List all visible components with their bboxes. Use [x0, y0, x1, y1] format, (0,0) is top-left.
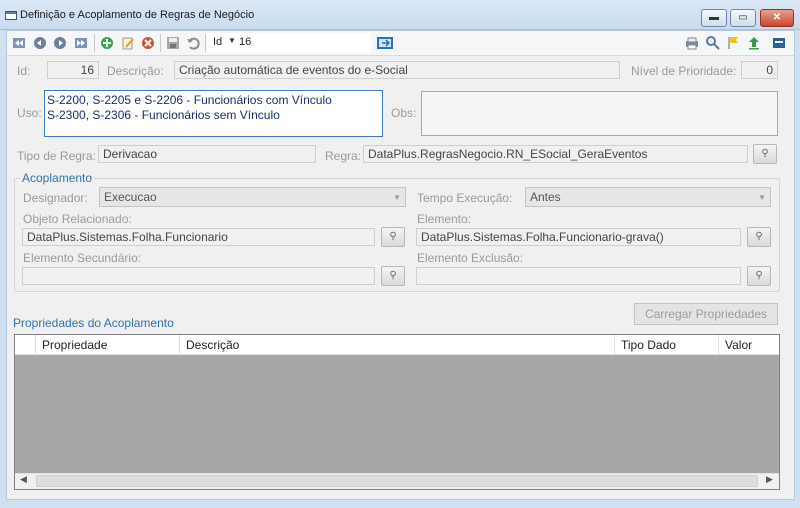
- save-icon[interactable]: [166, 36, 180, 50]
- secundario-picker-icon[interactable]: ⚲: [381, 266, 405, 286]
- scroll-right-icon[interactable]: ▶: [766, 474, 773, 485]
- column-header-tipo-dado[interactable]: Tipo Dado: [621, 338, 676, 352]
- elemento-exclusao-field[interactable]: [416, 267, 741, 285]
- uso-line-2: S-2300, S-2306 - Funcionários sem Víncul…: [47, 108, 280, 122]
- acoplamento-title: Acoplamento: [20, 171, 95, 185]
- designador-label: Designador:: [23, 191, 88, 205]
- upload-icon[interactable]: [747, 36, 761, 50]
- obs-textarea[interactable]: [421, 91, 778, 136]
- objeto-relacionado-field[interactable]: DataPlus.Sistemas.Folha.Funcionario: [22, 228, 375, 246]
- tipo-regra-field[interactable]: Derivacao: [98, 145, 316, 163]
- toolbar-separator: [160, 34, 161, 52]
- tempo-execucao-value: Antes: [530, 190, 561, 204]
- window-icon: [5, 11, 17, 20]
- column-divider: [35, 335, 36, 355]
- descricao-label: Descrição:: [107, 64, 164, 78]
- first-record-icon[interactable]: [12, 36, 26, 50]
- previous-record-icon[interactable]: [33, 36, 47, 50]
- toolbar-separator: [205, 34, 206, 52]
- scroll-left-icon[interactable]: ◀: [20, 474, 27, 485]
- tempo-execucao-label: Tempo Execução:: [417, 191, 513, 205]
- uso-textarea[interactable]: S-2200, S-2205 e S-2206 - Funcionários c…: [44, 90, 383, 137]
- delete-icon[interactable]: [141, 36, 155, 50]
- window-title: Definição e Acoplamento de Regras de Neg…: [20, 9, 255, 21]
- column-divider: [614, 335, 615, 355]
- exclusao-picker-icon[interactable]: ⚲: [747, 266, 771, 286]
- elemento-secundario-label: Elemento Secundário:: [23, 251, 142, 265]
- close-button[interactable]: ✕: [760, 9, 794, 27]
- uso-line-1: S-2200, S-2205 e S-2206 - Funcionários c…: [47, 93, 332, 107]
- column-divider: [718, 335, 719, 355]
- objeto-picker-icon[interactable]: ⚲: [381, 227, 405, 247]
- undo-icon[interactable]: [186, 36, 200, 50]
- regra-field[interactable]: DataPlus.RegrasNegocio.RN_ESocial_GeraEv…: [363, 145, 748, 163]
- elemento-exclusao-label: Elemento Exclusão:: [417, 251, 524, 265]
- panel-icon[interactable]: [772, 36, 786, 50]
- obs-label: Obs:: [391, 106, 417, 120]
- go-icon[interactable]: [377, 36, 393, 50]
- column-header-descricao[interactable]: Descrição: [186, 338, 239, 352]
- propriedades-grid[interactable]: [14, 334, 780, 490]
- prioridade-label: Nível de Prioridade:: [631, 64, 737, 78]
- objeto-relacionado-label: Objeto Relacionado:: [23, 212, 132, 226]
- elemento-secundario-field[interactable]: [22, 267, 375, 285]
- propriedades-title: Propriedades do Acoplamento: [13, 316, 174, 330]
- prioridade-field[interactable]: 0: [741, 61, 778, 79]
- chevron-down-icon: ▼: [758, 193, 766, 202]
- edit-icon[interactable]: [121, 36, 135, 50]
- search-field-selector[interactable]: Id: [213, 36, 222, 48]
- column-header-propriedade[interactable]: Propriedade: [42, 338, 107, 352]
- elemento-picker-icon[interactable]: ⚲: [747, 227, 771, 247]
- chevron-down-icon: ▼: [393, 193, 401, 202]
- tempo-execucao-select[interactable]: Antes ▼: [525, 187, 771, 207]
- tipo-regra-label: Tipo de Regra:: [17, 149, 96, 163]
- uso-label: Uso:: [17, 106, 42, 120]
- flag-icon[interactable]: [726, 36, 740, 50]
- last-record-icon[interactable]: [74, 36, 88, 50]
- print-icon[interactable]: [685, 36, 699, 50]
- descricao-field[interactable]: Criação automática de eventos do e-Socia…: [174, 61, 620, 79]
- maximize-button[interactable]: ▭: [730, 9, 756, 27]
- regra-picker-icon[interactable]: ⚲: [753, 144, 777, 164]
- settings-icon[interactable]: [706, 36, 720, 50]
- elemento-label: Elemento:: [417, 212, 472, 226]
- id-label: Id:: [17, 64, 31, 78]
- carregar-propriedades-button[interactable]: Carregar Propriedades: [634, 303, 778, 325]
- chevron-down-icon[interactable]: ▼: [228, 36, 236, 45]
- next-record-icon[interactable]: [53, 36, 67, 50]
- column-divider: [179, 335, 180, 355]
- column-header-valor[interactable]: Valor: [725, 338, 752, 352]
- designador-value: Execucao: [104, 190, 157, 204]
- add-icon[interactable]: [100, 36, 114, 50]
- designador-select[interactable]: Execucao ▼: [99, 187, 406, 207]
- scroll-thumb[interactable]: [36, 475, 758, 487]
- id-field[interactable]: 16: [47, 61, 99, 79]
- toolbar-separator: [94, 34, 95, 52]
- minimize-button[interactable]: ▬: [701, 9, 727, 27]
- regra-label: Regra:: [325, 149, 362, 163]
- elemento-field[interactable]: DataPlus.Sistemas.Folha.Funcionario-grav…: [416, 228, 741, 246]
- search-input[interactable]: 16: [239, 36, 251, 48]
